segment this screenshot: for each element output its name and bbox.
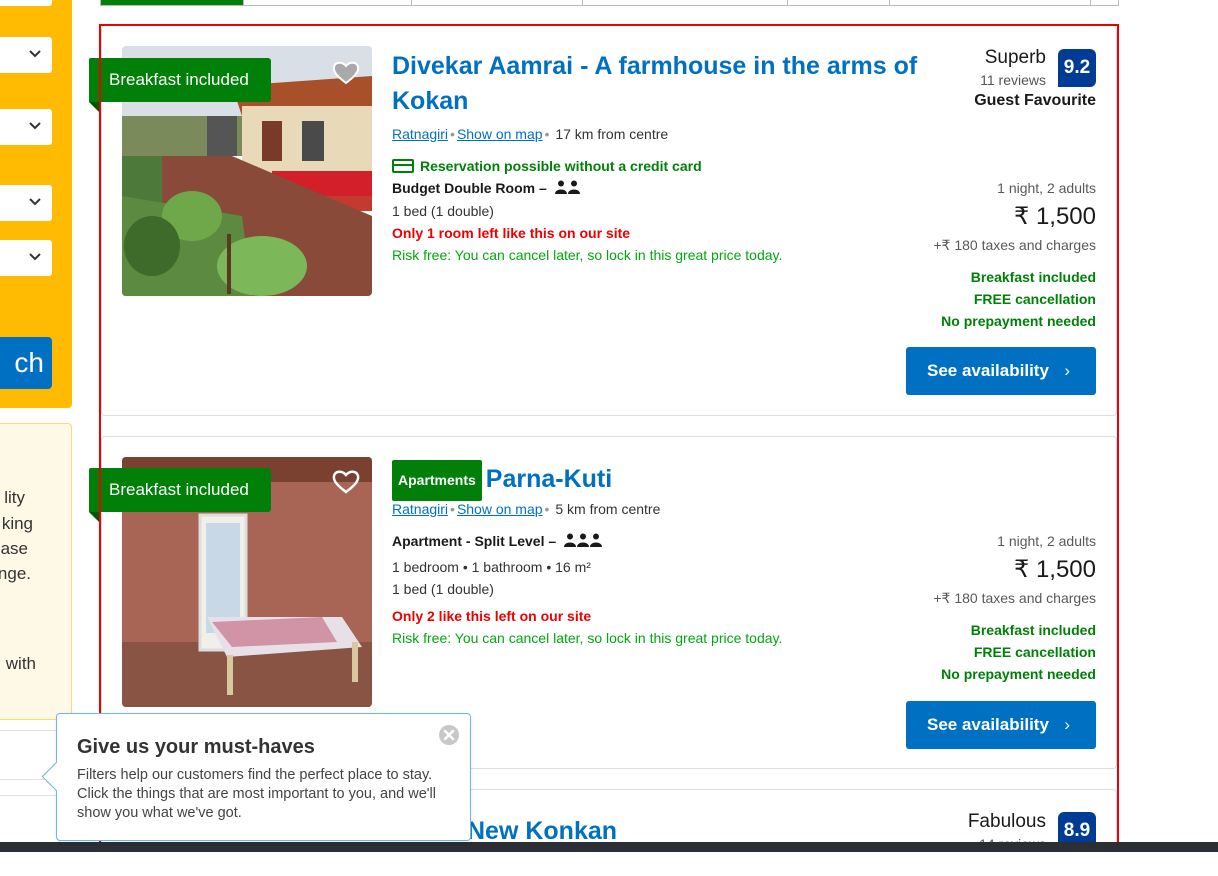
show-on-map-link[interactable]: Show on map bbox=[457, 501, 543, 517]
three-guests-icon bbox=[564, 533, 603, 547]
separator: • bbox=[544, 501, 550, 517]
chevron-down-icon bbox=[29, 253, 41, 261]
page: ch lity king ease nge. with bbox=[0, 0, 1218, 876]
stay-details: 1 night, 2 adults bbox=[997, 533, 1096, 549]
tab[interactable] bbox=[788, 0, 890, 5]
property-type-badge: Apartments bbox=[392, 460, 482, 501]
distance: 17 km from centre bbox=[555, 126, 669, 142]
separator: • bbox=[450, 501, 455, 517]
separator: • bbox=[450, 126, 455, 142]
see-availability-label: See availability bbox=[927, 715, 1049, 734]
location-link[interactable]: Ratnagiri bbox=[392, 501, 448, 517]
stay-details: 1 night, 2 adults bbox=[997, 180, 1096, 196]
location-link[interactable]: Ratnagiri bbox=[392, 126, 448, 142]
room-name-text: Budget Double Room bbox=[392, 180, 536, 196]
search-dropdown[interactable] bbox=[0, 240, 52, 276]
bottom-margin bbox=[0, 852, 1218, 876]
review-score[interactable]: 9.2 bbox=[1058, 49, 1096, 87]
tab[interactable] bbox=[101, 0, 244, 5]
see-availability-button[interactable]: See availability › bbox=[906, 347, 1096, 395]
taskbar-strip bbox=[0, 842, 1218, 852]
perk-no-prepayment: No prepayment needed bbox=[941, 666, 1096, 682]
tab[interactable] bbox=[890, 0, 1091, 5]
heart-icon[interactable] bbox=[332, 59, 360, 87]
bed-info: 1 bed (1 double) bbox=[392, 581, 494, 597]
taxes: +₹ 180 taxes and charges bbox=[933, 237, 1096, 253]
property-title[interactable]: Divekar Aamrai - A farmhouse in the arms… bbox=[392, 49, 932, 119]
see-availability-button[interactable]: See availability › bbox=[906, 701, 1096, 749]
heart-icon[interactable] bbox=[332, 468, 360, 496]
credit-note-text: Reservation possible without a credit ca… bbox=[420, 158, 702, 174]
property-card: Breakfast included Divekar Aamrai - A fa… bbox=[89, 25, 1117, 416]
search-button-label: ch bbox=[14, 347, 44, 378]
review-count: 11 reviews bbox=[980, 72, 1046, 88]
breakfast-ribbon: Breakfast included bbox=[89, 468, 271, 522]
room-name-text: Apartment - Split Level bbox=[392, 533, 545, 549]
room-name: Apartment - Split Level – bbox=[392, 533, 603, 549]
price: ₹ 1,500 bbox=[1014, 203, 1096, 230]
risk-free-message: Risk free: You can cancel later, so lock… bbox=[392, 247, 783, 263]
scarcity-message: Only 2 like this left on our site bbox=[392, 608, 592, 624]
chevron-down-icon bbox=[29, 122, 41, 130]
info-text: ease bbox=[0, 539, 28, 558]
tab[interactable] bbox=[244, 0, 412, 5]
room-dash: – bbox=[548, 533, 557, 549]
info-text: king bbox=[1, 514, 33, 533]
scarcity-message: Only 1 room left like this on our site bbox=[392, 225, 631, 241]
price: ₹ 1,500 bbox=[1014, 556, 1096, 583]
property-title[interactable]: Parna-Kuti bbox=[486, 465, 612, 493]
credit-note: Reservation possible without a credit ca… bbox=[392, 158, 702, 174]
perk-free-cancellation: FREE cancellation bbox=[973, 644, 1096, 660]
tab[interactable] bbox=[412, 0, 583, 5]
chevron-right-icon: › bbox=[1064, 715, 1070, 734]
info-text: lity bbox=[4, 488, 25, 507]
tooltip-title: Give us your must-haves bbox=[77, 736, 315, 758]
taxes: +₹ 180 taxes and charges bbox=[933, 590, 1096, 606]
search-dropdown-top[interactable] bbox=[0, 0, 52, 6]
chevron-right-icon: › bbox=[1064, 361, 1070, 380]
credit-card-icon bbox=[392, 159, 414, 173]
rating-word: Fabulous bbox=[967, 811, 1046, 832]
bed-info: 1 bed (1 double) bbox=[392, 203, 494, 219]
search-panel: ch bbox=[0, 0, 72, 408]
search-button[interactable]: ch bbox=[0, 337, 52, 389]
unit-details: 1 bedroom • 1 bathroom • 16 m² bbox=[392, 559, 591, 575]
sort-tabs bbox=[100, 0, 1119, 6]
room-dash: – bbox=[539, 180, 547, 196]
rating-word: Superb bbox=[984, 47, 1046, 68]
distance: 5 km from centre bbox=[555, 501, 661, 517]
room-name: Budget Double Room – bbox=[392, 180, 581, 196]
chevron-down-icon bbox=[29, 198, 41, 206]
perk-no-prepayment: No prepayment needed bbox=[941, 313, 1096, 329]
property-title-row: Apartments Parna-Kuti bbox=[392, 460, 612, 501]
search-dropdown[interactable] bbox=[0, 37, 52, 73]
must-haves-tooltip: Give us your must-haves Filters help our… bbox=[56, 713, 471, 841]
search-dropdown[interactable] bbox=[0, 185, 52, 221]
chevron-down-icon bbox=[29, 50, 41, 58]
info-text: with bbox=[5, 654, 36, 673]
show-on-map-link[interactable]: Show on map bbox=[457, 126, 543, 142]
close-icon[interactable] bbox=[438, 724, 460, 746]
info-text: nge. bbox=[0, 564, 31, 583]
guest-favourite: Guest Favourite bbox=[974, 92, 1096, 109]
breakfast-ribbon: Breakfast included bbox=[89, 58, 271, 112]
separator: • bbox=[544, 126, 550, 142]
tooltip-body: Filters help our customers find the perf… bbox=[77, 767, 436, 821]
see-availability-label: See availability bbox=[927, 361, 1049, 380]
perk-free-cancellation: FREE cancellation bbox=[973, 291, 1096, 307]
two-guests-icon bbox=[554, 180, 580, 194]
search-dropdown[interactable] bbox=[0, 109, 52, 145]
risk-free-message: Risk free: You can cancel later, so lock… bbox=[392, 630, 783, 646]
perk-breakfast: Breakfast included bbox=[970, 622, 1096, 638]
tab[interactable] bbox=[583, 0, 788, 5]
location-line: Ratnagiri • Show on map • 5 km from centre bbox=[392, 501, 660, 517]
info-box: lity king ease nge. with bbox=[0, 423, 72, 720]
location-line: Ratnagiri • Show on map • 17 km from centre bbox=[392, 126, 668, 142]
perk-breakfast: Breakfast included bbox=[970, 269, 1096, 285]
